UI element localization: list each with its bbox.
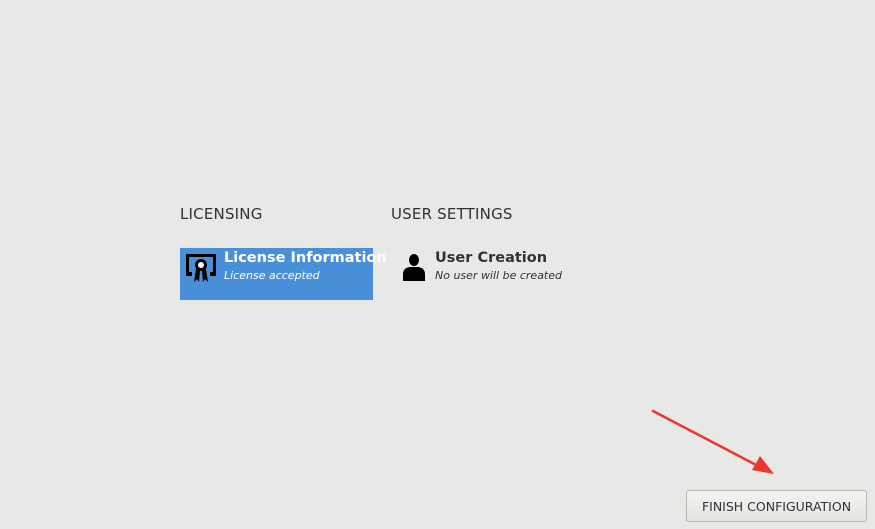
user-settings-section-title: USER SETTINGS — [391, 205, 513, 223]
spoke-status: No user will be created — [435, 269, 562, 282]
license-certificate-icon — [184, 250, 218, 284]
spoke-title: License Information — [224, 250, 387, 266]
spoke-title: User Creation — [435, 250, 548, 266]
licensing-section-title: LICENSING — [180, 205, 263, 223]
spoke-license-information[interactable]: License Information License accepted — [180, 248, 387, 300]
finish-configuration-button[interactable]: FINISH CONFIGURATION — [686, 490, 867, 522]
spoke-user-creation[interactable]: User Creation No user will be created — [391, 248, 584, 300]
spoke-status: License accepted — [224, 269, 320, 282]
user-icon — [395, 250, 429, 284]
